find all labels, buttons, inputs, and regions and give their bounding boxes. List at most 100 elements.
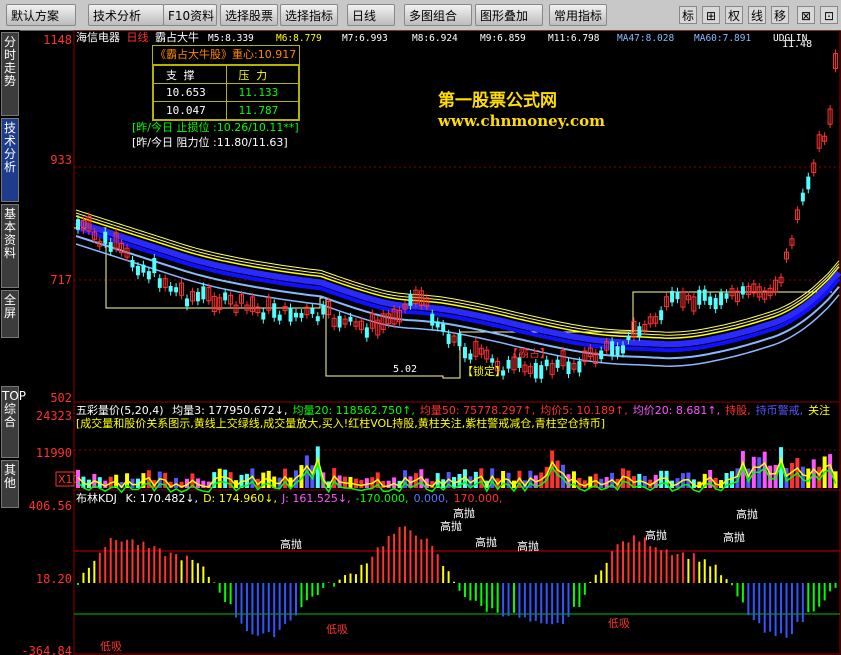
- candle-body: [223, 292, 228, 301]
- price-axis-label: 502: [50, 391, 72, 405]
- price-axis-label: 717: [50, 273, 72, 287]
- overlay-dropdown[interactable]: 图形叠加: [475, 4, 543, 26]
- legend-value: 均量20: 118562.750↑,: [292, 404, 414, 417]
- kdj-axis-label: 406.56: [29, 499, 72, 513]
- support-value: 10.653: [153, 83, 227, 102]
- legend-value: 持币警戒,: [756, 403, 804, 417]
- default-scheme-menu[interactable]: 默认方案: [6, 4, 76, 26]
- common-indicators-dropdown[interactable]: 常用指标: [549, 4, 607, 26]
- pressure-value: 11.133: [225, 83, 299, 102]
- candle-body: [719, 292, 724, 306]
- tab-fullscreen[interactable]: 全屏: [1, 290, 19, 338]
- zoom-icon[interactable]: ⊠: [797, 6, 815, 24]
- candle-body: [490, 358, 495, 363]
- volume-bar: [223, 469, 228, 488]
- price-axis-label: 1148: [43, 33, 72, 47]
- candle-body: [277, 314, 282, 321]
- toolbar: 默认方案 技术分析 F10资料 选择股票 选择指标 日线 多图组合 图形叠加 常…: [0, 0, 841, 31]
- tab-tech-analysis[interactable]: 技术分析: [1, 118, 19, 202]
- line-button[interactable]: 线: [748, 6, 766, 24]
- candle-body: [146, 271, 151, 280]
- move-button[interactable]: 移: [771, 6, 789, 24]
- bazhan-tag: 【霸占】: [507, 346, 551, 360]
- indicator-name: 霸占大牛: [155, 30, 199, 44]
- f10-info-button[interactable]: F10资料: [163, 4, 217, 26]
- buy-signal-label: 低吸: [326, 623, 348, 636]
- period-label: 日线: [127, 30, 149, 44]
- tab-other[interactable]: 其他: [1, 460, 19, 508]
- sell-signal-label: 高抛: [440, 519, 462, 533]
- ma-legend-item: M7:6.993: [342, 33, 388, 44]
- restore-icon[interactable]: ⊡: [820, 6, 838, 24]
- candle-body: [261, 312, 266, 320]
- ma-legend: M5:8.339 M6:8.779 M7:6.993 M8:6.924 M9:6.859…: [208, 33, 808, 44]
- candle-body: [130, 260, 135, 268]
- candle-body: [468, 353, 473, 360]
- pressure-value: 11.787: [225, 101, 299, 120]
- candle-body: [599, 350, 604, 360]
- tab-top-overview[interactable]: TOP综合: [1, 386, 26, 458]
- candle-body: [566, 361, 571, 375]
- candle-body: [446, 333, 451, 344]
- stock-name: 海信电器: [76, 30, 120, 44]
- volume-bars: [76, 446, 838, 494]
- candle-body: [430, 313, 435, 326]
- mark-button[interactable]: 标: [679, 6, 697, 24]
- kdj-axis-label: 18.20: [36, 572, 72, 586]
- grid-icon[interactable]: ⊞: [702, 6, 720, 24]
- candle-body: [174, 287, 179, 293]
- candle-body: [708, 296, 713, 306]
- pressure-header: 压 力: [225, 65, 299, 84]
- candle-body: [615, 346, 620, 356]
- candle-body: [348, 316, 353, 322]
- ma-legend-item: M5:8.339: [208, 33, 254, 44]
- legend-value: 均价5: 10.189↑,: [540, 404, 627, 417]
- tab-fundamentals[interactable]: 基本资料: [1, 204, 19, 288]
- watermark-title: 第一股票公式网: [438, 91, 557, 111]
- candle-body: [310, 307, 315, 314]
- candle-body: [321, 304, 326, 315]
- kdj-buy-labels: 低吸 低吸 低吸: [100, 617, 630, 653]
- candle-body: [800, 192, 805, 202]
- candle-body: [435, 321, 440, 328]
- sell-signal-label: 高抛: [280, 537, 302, 551]
- select-indicator-button[interactable]: 选择指标: [280, 4, 338, 26]
- candle-body: [806, 176, 811, 190]
- legend-value: K: 170.482↓,: [125, 492, 198, 505]
- low-price-label: 5.02: [393, 364, 417, 375]
- candle-body: [337, 315, 342, 328]
- candle-body: [103, 231, 108, 244]
- tab-intraday[interactable]: 分时走势: [1, 32, 19, 116]
- candle-body: [299, 313, 304, 318]
- sr-center-value: 10.917: [257, 48, 297, 61]
- candle-body: [288, 307, 293, 322]
- sell-signal-label: 高抛: [517, 539, 539, 553]
- rights-button[interactable]: 权: [725, 6, 743, 24]
- candle-body: [637, 326, 642, 337]
- select-stock-button[interactable]: 选择股票: [220, 4, 278, 26]
- period-daily-dropdown[interactable]: 日线: [347, 4, 395, 26]
- volume-description: [成交量和股价关系图示,黄线上交绿线,成交量放大,买入!红柱VOL持股,黄柱关注…: [76, 416, 605, 430]
- kdj-signal-labels: 高抛 高抛 高抛 高抛 高抛 高抛 高抛 高抛: [280, 506, 758, 553]
- candle-body: [141, 264, 146, 273]
- support-value: 10.047: [153, 101, 227, 120]
- kdj-title: 布林KDJ: [76, 491, 117, 505]
- legend-value: 均价20: 8.681↑,: [633, 404, 720, 417]
- price-axis-label: 933: [50, 153, 72, 167]
- candle-body: [577, 361, 582, 373]
- candle-body: [152, 257, 157, 274]
- volume-bar: [353, 478, 358, 488]
- ma-legend-item: M11:6.798: [548, 33, 600, 44]
- watermark-url: www.chnmoney.com: [438, 112, 605, 130]
- candle-body: [740, 286, 745, 295]
- sell-signal-label: 高抛: [453, 506, 475, 520]
- multi-chart-dropdown[interactable]: 多图组合: [404, 4, 472, 26]
- sr-title: 《霸占大牛股》: [155, 48, 232, 61]
- sell-signal-label: 高抛: [736, 507, 758, 521]
- candle-body: [659, 310, 664, 321]
- candle-body: [76, 219, 80, 230]
- sell-signal-label: 高抛: [723, 530, 745, 544]
- kdj-header: 布林KDJ K: 170.482↓, D: 174.960↓, J: 161.525…: [76, 491, 503, 505]
- legend-value: D: 174.960↓,: [203, 492, 277, 505]
- tech-analysis-menu[interactable]: 技术分析: [88, 4, 164, 26]
